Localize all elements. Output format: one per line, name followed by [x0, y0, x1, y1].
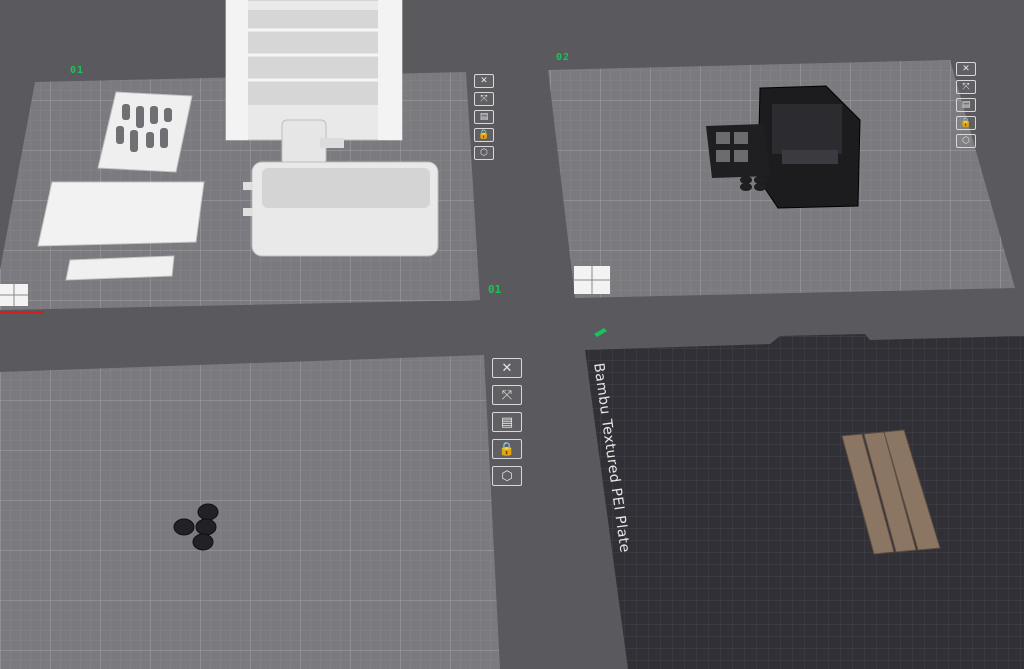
lock-icon[interactable]: 🔒: [474, 128, 494, 142]
model-flat-lid[interactable]: [37, 181, 205, 247]
plate-index-label: 02: [556, 52, 571, 63]
settings-icon[interactable]: ⬡: [474, 146, 494, 160]
model-thin-strip[interactable]: [65, 255, 175, 281]
plate-toolbar: ✕ ⤧ ▤ 🔒 ⬡: [474, 74, 494, 160]
grid-thumbnail-icon: [574, 266, 610, 294]
plate-bottom-right[interactable]: [585, 334, 1024, 669]
model-frame-tower[interactable]: [225, 0, 403, 141]
close-icon[interactable]: ✕: [492, 358, 522, 378]
layout-icon[interactable]: ▤: [492, 412, 522, 432]
edit-pencil-icon: [594, 328, 607, 337]
arrange-icon[interactable]: ⤧: [492, 385, 522, 405]
model-open-box[interactable]: [243, 161, 439, 257]
arrange-icon[interactable]: ⤧: [474, 92, 494, 106]
close-icon[interactable]: ✕: [956, 62, 976, 76]
settings-icon[interactable]: ⬡: [956, 134, 976, 148]
plate-bottom-left[interactable]: [0, 355, 500, 669]
lock-icon[interactable]: 🔒: [956, 116, 976, 130]
model-black-frame[interactable]: [706, 124, 770, 178]
plate-toolbar: ✕ ⤧ ▤ 🔒 ⬡: [956, 62, 976, 148]
close-icon[interactable]: ✕: [474, 74, 494, 88]
x-axis-indicator: [0, 311, 44, 314]
grid-thumbnail-icon: [0, 284, 28, 306]
plate-number-label: 01: [488, 283, 502, 296]
arrange-icon[interactable]: ⤧: [956, 80, 976, 94]
settings-icon[interactable]: ⬡: [492, 466, 522, 486]
build-plate-scene[interactable]: [0, 0, 1024, 669]
plate-toolbar: ✕ ⤧ ▤ 🔒 ⬡: [492, 358, 522, 486]
model-black-enclosure[interactable]: [757, 85, 861, 209]
layout-icon[interactable]: ▤: [956, 98, 976, 112]
layout-icon[interactable]: ▤: [474, 110, 494, 124]
plate-index-label: 01: [70, 65, 85, 76]
lock-icon[interactable]: 🔒: [492, 439, 522, 459]
